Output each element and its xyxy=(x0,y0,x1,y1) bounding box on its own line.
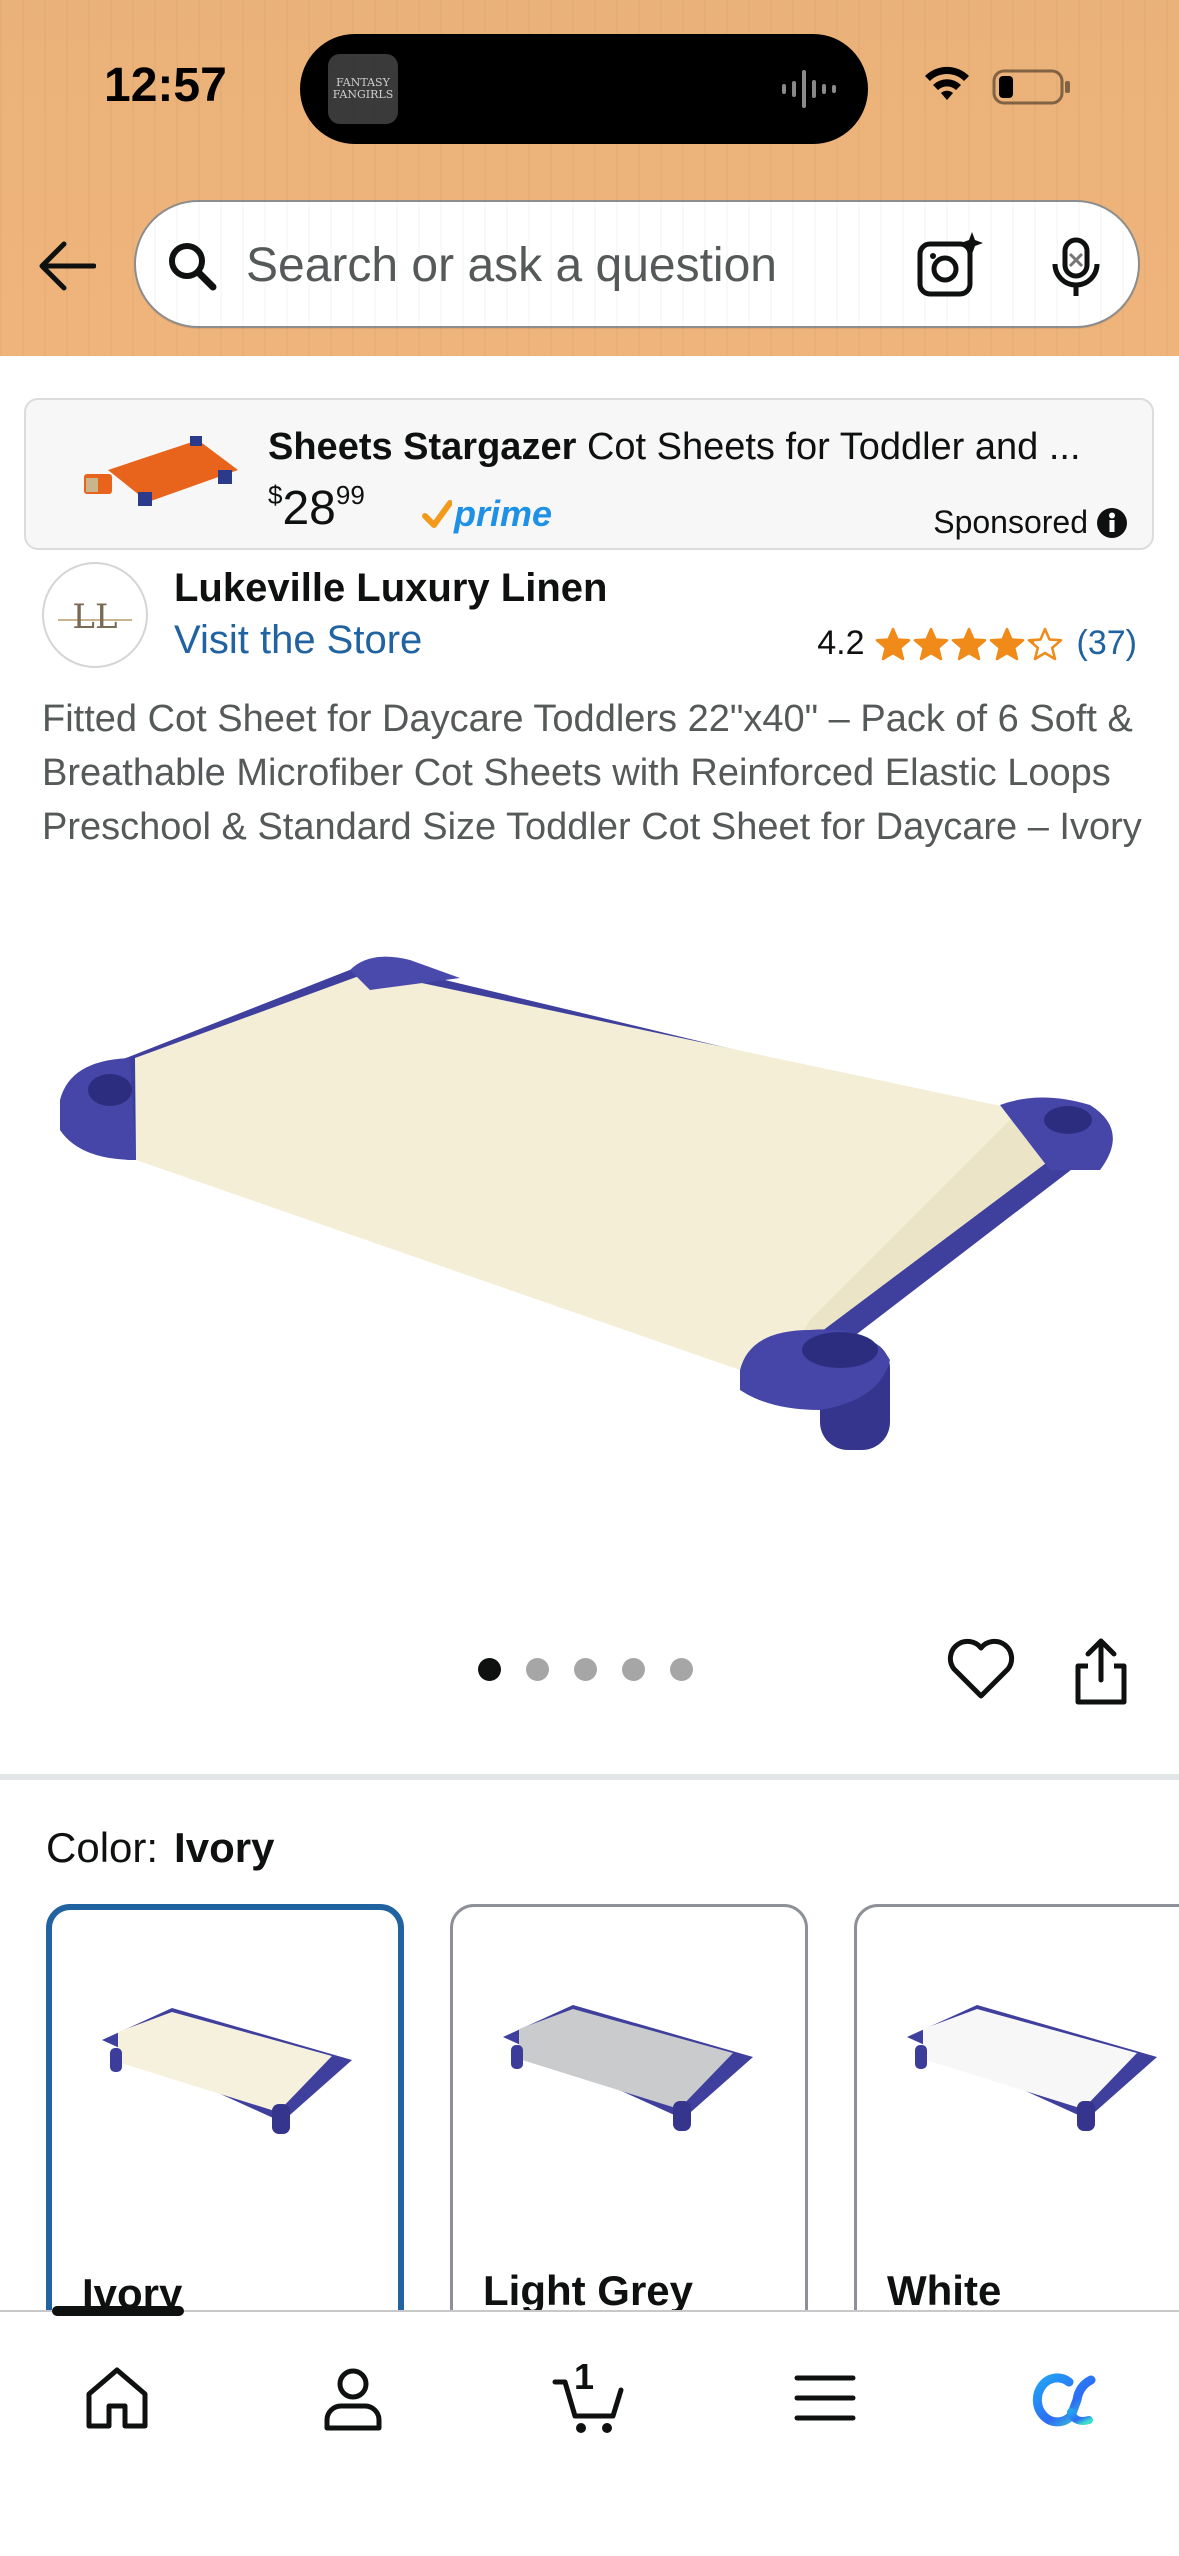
ad-brand: Sheets Stargazer xyxy=(268,426,577,468)
color-option-white[interactable]: White xyxy=(854,1904,1179,2344)
tab-home[interactable] xyxy=(52,2348,182,2448)
ad-price-fraction: 99 xyxy=(335,480,365,510)
star-rating xyxy=(875,627,1063,661)
account-icon xyxy=(324,2368,382,2431)
image-carousel-indicator[interactable] xyxy=(478,1658,693,1681)
swatch-image xyxy=(102,2008,352,2134)
rating-summary[interactable]: 4.2 (37) xyxy=(817,624,1137,663)
tab-account[interactable] xyxy=(288,2348,418,2448)
search-input[interactable] xyxy=(246,232,886,298)
section-divider xyxy=(0,1774,1179,1780)
sponsored-label[interactable]: Sponsored xyxy=(933,504,1128,541)
prime-label: prime xyxy=(454,493,553,534)
bottom-tab-bar: 1 xyxy=(0,2306,1179,2556)
sponsored-text: Sponsored xyxy=(933,504,1088,540)
carousel-dot[interactable] xyxy=(670,1658,693,1681)
dynamic-island: FANTASY FANGIRLS xyxy=(300,34,868,144)
info-icon[interactable] xyxy=(1096,507,1128,539)
carousel-dot[interactable] xyxy=(478,1658,501,1681)
sponsored-ad-banner[interactable]: Sheets Stargazer Cot Sheets for Toddler … xyxy=(24,398,1154,550)
product-image[interactable] xyxy=(50,930,1130,1550)
search-bar[interactable] xyxy=(134,200,1140,328)
star-full-icon xyxy=(875,627,910,660)
audio-waveform-icon xyxy=(782,70,836,108)
ad-price-symbol: $ xyxy=(268,480,283,510)
visit-store-link[interactable]: Visit the Store xyxy=(174,618,422,663)
rating-value: 4.2 xyxy=(817,624,865,662)
color-option-light-grey[interactable]: Light Grey xyxy=(450,1904,808,2344)
star-partial-icon xyxy=(1027,627,1062,660)
search-icon xyxy=(169,243,217,291)
color-label: Color: Ivory xyxy=(46,1824,274,1872)
ad-title[interactable]: Sheets Stargazer Cot Sheets for Toddler … xyxy=(268,426,1128,469)
battery-icon xyxy=(992,69,1070,105)
back-arrow-icon[interactable] xyxy=(36,238,96,294)
cart-count-badge: 1 xyxy=(574,2356,595,2397)
swatch-label: Light Grey xyxy=(483,2267,694,2314)
share-icon[interactable] xyxy=(1072,1636,1130,1706)
product-title: Fitted Cot Sheet for Daycare Toddlers 22… xyxy=(42,698,1142,848)
star-full-icon xyxy=(989,627,1024,660)
tab-menu[interactable] xyxy=(760,2348,890,2448)
color-label-text: Color: xyxy=(46,1824,159,1871)
camera-lens-icon[interactable] xyxy=(914,230,986,302)
ad-price-whole: 28 xyxy=(282,482,336,535)
carousel-dot[interactable] xyxy=(622,1658,645,1681)
home-icon xyxy=(86,2367,148,2429)
carousel-dot[interactable] xyxy=(574,1658,597,1681)
review-count[interactable]: (37) xyxy=(1077,624,1137,663)
store-logo-mark: LL xyxy=(58,597,132,637)
rufus-assistant-icon xyxy=(1032,2373,1096,2427)
ad-price: $2899 xyxy=(268,480,365,536)
swatch-label: White xyxy=(887,2267,1002,2314)
menu-icon xyxy=(794,2375,856,2421)
app-header: 12:57 FANTASY FANGIRLS xyxy=(0,0,1179,356)
wifi-icon xyxy=(925,66,969,100)
store-logo[interactable]: LL xyxy=(42,562,148,668)
store-name: Lukeville Luxury Linen xyxy=(174,566,608,610)
star-full-icon xyxy=(913,627,948,660)
prime-check-icon xyxy=(422,500,452,528)
tab-rufus[interactable] xyxy=(996,2348,1126,2448)
ad-product-thumbnail xyxy=(84,436,238,506)
wishlist-heart-icon[interactable] xyxy=(946,1636,1016,1702)
microphone-icon[interactable] xyxy=(1046,236,1106,298)
store-logo-letters: LL xyxy=(72,597,117,637)
selected-color: Ivory xyxy=(174,1824,275,1871)
swatch-image xyxy=(503,2005,753,2131)
star-full-icon xyxy=(951,627,986,660)
now-playing-artwork: FANTASY FANGIRLS xyxy=(328,54,398,124)
tab-cart[interactable]: 1 xyxy=(524,2348,654,2448)
prime-badge: prime xyxy=(422,492,552,536)
status-time: 12:57 xyxy=(104,59,227,112)
color-option-ivory[interactable]: Ivory xyxy=(46,1904,404,2344)
carousel-dot[interactable] xyxy=(526,1658,549,1681)
ad-product-name: Cot Sheets for Toddler and ... xyxy=(586,426,1081,468)
swatch-image xyxy=(907,2005,1157,2131)
active-tab-indicator xyxy=(52,2306,184,2316)
